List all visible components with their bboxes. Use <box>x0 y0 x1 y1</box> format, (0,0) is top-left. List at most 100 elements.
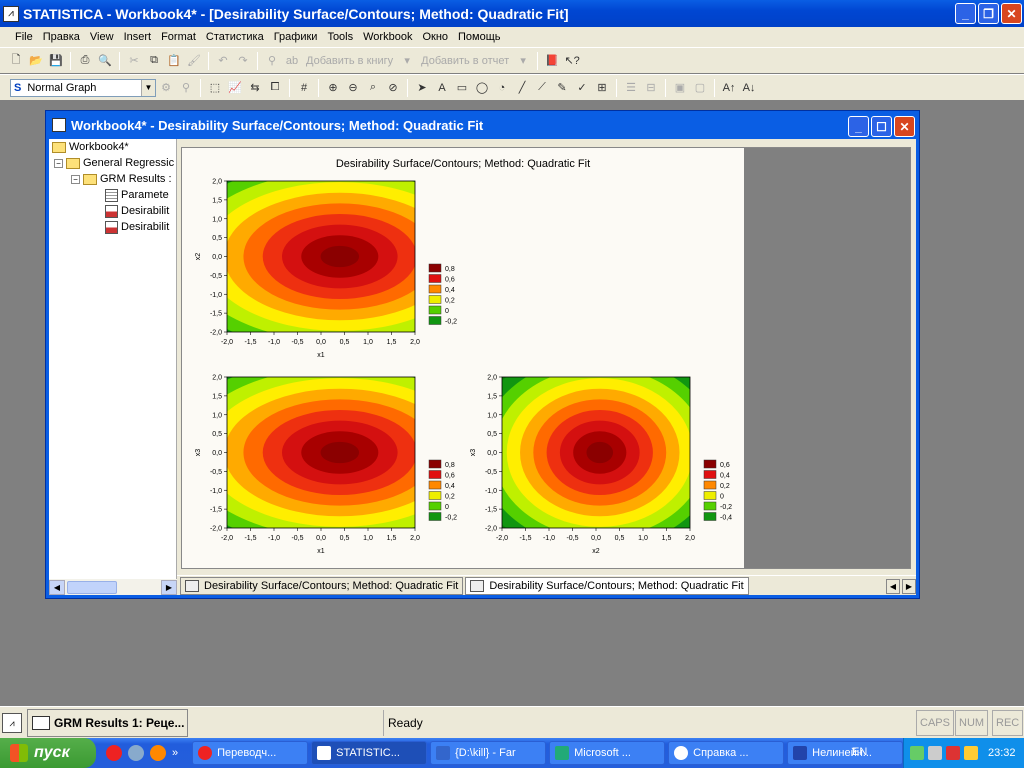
restore-button[interactable]: ❐ <box>978 3 999 24</box>
style-zoom-icon[interactable]: ⚲ <box>178 80 194 96</box>
line-tool-icon[interactable]: ╱ <box>514 80 530 96</box>
network-icon[interactable] <box>910 746 924 760</box>
stamp-tool-icon[interactable]: ⊞ <box>594 80 610 96</box>
scroll-right-icon[interactable]: ▶ <box>161 579 177 595</box>
chart-title: Desirability Surface/Contours; Method: Q… <box>336 158 590 170</box>
open-folder-icon[interactable]: 📂 <box>28 53 44 69</box>
tree-item-general-regression[interactable]: − General Regressic <box>49 155 176 171</box>
taskbar-item[interactable]: {D:\kill} - Far <box>430 741 547 765</box>
book-icon[interactable]: 📕 <box>544 53 560 69</box>
statistica-icon[interactable]: ⩘ <box>2 713 22 733</box>
tab-prev-icon[interactable]: ◀ <box>886 579 900 594</box>
zoom-reset-icon[interactable]: ⌕ <box>365 80 381 96</box>
copy-icon[interactable]: ⧉ <box>146 53 162 69</box>
taskbar-item[interactable]: Справка ... <box>668 741 785 765</box>
graph-style-select[interactable]: S Normal Graph ▼ <box>10 78 156 97</box>
status-task-button[interactable]: GRM Results 1: Реце... <box>27 709 188 737</box>
workbook-minimize-button[interactable]: _ <box>848 116 869 137</box>
decrease-font-icon[interactable]: A↓ <box>741 80 757 96</box>
menu-format[interactable]: Format <box>156 31 201 43</box>
tree-item-desirability-1[interactable]: Desirabilit <box>49 203 176 219</box>
taskbar-item[interactable]: STATISTIC... <box>311 741 428 765</box>
opera-icon[interactable] <box>106 745 122 761</box>
tab-desirability-1[interactable]: Desirability Surface/Contours; Method: Q… <box>180 577 464 595</box>
workbook-close-button[interactable]: ✕ <box>894 116 915 137</box>
chevron-down-icon[interactable]: ▼ <box>141 79 155 96</box>
help-pointer-icon[interactable]: ↖? <box>564 53 580 69</box>
collapse-icon[interactable]: − <box>71 174 80 184</box>
menu-tools[interactable]: Tools <box>322 31 358 43</box>
cancel-zoom-icon[interactable]: ⊘ <box>385 80 401 96</box>
graph-view-icon[interactable]: ⧠ <box>267 80 283 96</box>
increase-font-icon[interactable]: A↑ <box>721 80 737 96</box>
cut-icon[interactable]: ✂ <box>126 53 142 69</box>
tree-item-grm-results[interactable]: − GRM Results : <box>49 171 176 187</box>
menu-window[interactable]: Окно <box>417 31 453 43</box>
graph-link-icon[interactable]: ⇆ <box>247 80 263 96</box>
tab-next-icon[interactable]: ▶ <box>902 579 916 594</box>
chevron-down-icon[interactable]: ▾ <box>399 53 415 69</box>
tree-item-parameters[interactable]: Paramete <box>49 187 176 203</box>
antivirus-icon[interactable] <box>946 746 960 760</box>
graph-data-icon[interactable]: ⬚ <box>207 80 223 96</box>
pointer-icon[interactable]: ➤ <box>414 80 430 96</box>
menu-insert[interactable]: Insert <box>119 31 157 43</box>
arc-tool-icon[interactable]: ◔ <box>494 80 510 96</box>
menu-edit[interactable]: Правка <box>38 31 85 43</box>
menu-view[interactable]: View <box>85 31 119 43</box>
tree-item-desirability-2[interactable]: Desirabilit <box>49 219 176 235</box>
replace-icon[interactable]: ab <box>284 53 300 69</box>
start-button[interactable]: пуск <box>0 738 96 768</box>
ellipse-tool-icon[interactable]: ◯ <box>474 80 490 96</box>
firefox-icon[interactable] <box>150 745 166 761</box>
chevron-right-icon[interactable]: » <box>172 747 178 759</box>
menu-workbook[interactable]: Workbook <box>358 31 417 43</box>
scroll-thumb[interactable] <box>67 580 117 594</box>
close-button[interactable]: ✕ <box>1001 3 1022 24</box>
taskbar-item[interactable]: Нелинейн... <box>787 741 904 765</box>
bring-front-icon[interactable]: ▣ <box>672 80 688 96</box>
brush-tool-icon[interactable]: ✓ <box>574 80 590 96</box>
browser-icon[interactable] <box>128 745 144 761</box>
undo-icon[interactable]: ↶ <box>215 53 231 69</box>
distribute-icon[interactable]: ⊟ <box>643 80 659 96</box>
workbook-maximize-button[interactable]: ☐ <box>871 116 892 137</box>
taskbar-item[interactable]: Переводч... <box>192 741 309 765</box>
paste-icon[interactable]: 📋 <box>166 53 182 69</box>
chevron-down-icon[interactable]: ▾ <box>515 53 531 69</box>
send-back-icon[interactable]: ▢ <box>692 80 708 96</box>
style-apply-icon[interactable]: ⚙ <box>158 80 174 96</box>
menu-help[interactable]: Помощь <box>453 31 506 43</box>
freehand-tool-icon[interactable]: ✎ <box>554 80 570 96</box>
redo-icon[interactable]: ↷ <box>235 53 251 69</box>
tree-item-workbook[interactable]: Workbook4* <box>49 139 176 155</box>
speaker-icon[interactable] <box>964 746 978 760</box>
collapse-icon[interactable]: − <box>54 158 63 168</box>
tree-horizontal-scrollbar[interactable]: ◀ ▶ <box>49 579 177 595</box>
polyline-tool-icon[interactable]: ⟋ <box>534 80 550 96</box>
new-file-icon[interactable]: 🗋 <box>8 53 24 69</box>
tab-desirability-2[interactable]: Desirability Surface/Contours; Method: Q… <box>465 577 749 595</box>
graph-edit-icon[interactable]: 📈 <box>227 80 243 96</box>
add-to-report-button[interactable]: Добавить в отчет <box>421 55 509 67</box>
scroll-left-icon[interactable]: ◀ <box>49 579 65 595</box>
binoculars-icon[interactable]: ⚲ <box>264 53 280 69</box>
minimize-button[interactable]: _ <box>955 3 976 24</box>
menu-statistics[interactable]: Статистика <box>201 31 269 43</box>
save-icon[interactable]: 💾 <box>48 53 64 69</box>
zoom-out-icon[interactable]: ⊖ <box>345 80 361 96</box>
align-icon[interactable]: ☰ <box>623 80 639 96</box>
format-painter-icon[interactable]: 🖌 <box>186 53 202 69</box>
zoom-in-icon[interactable]: ⊕ <box>325 80 341 96</box>
text-tool-icon[interactable]: A <box>434 80 450 96</box>
rectangle-tool-icon[interactable]: ▭ <box>454 80 470 96</box>
menu-graphs[interactable]: Графики <box>269 31 323 43</box>
print-icon[interactable]: ⎙ <box>77 53 93 69</box>
menu-file[interactable]: File <box>10 31 38 43</box>
language-indicator[interactable]: EN <box>852 746 867 758</box>
add-to-book-button[interactable]: Добавить в книгу <box>306 55 393 67</box>
grid-icon[interactable]: # <box>296 80 312 96</box>
monitor-icon[interactable] <box>928 746 942 760</box>
taskbar-item[interactable]: Microsoft ... <box>549 741 666 765</box>
print-preview-icon[interactable]: 🔍 <box>97 53 113 69</box>
